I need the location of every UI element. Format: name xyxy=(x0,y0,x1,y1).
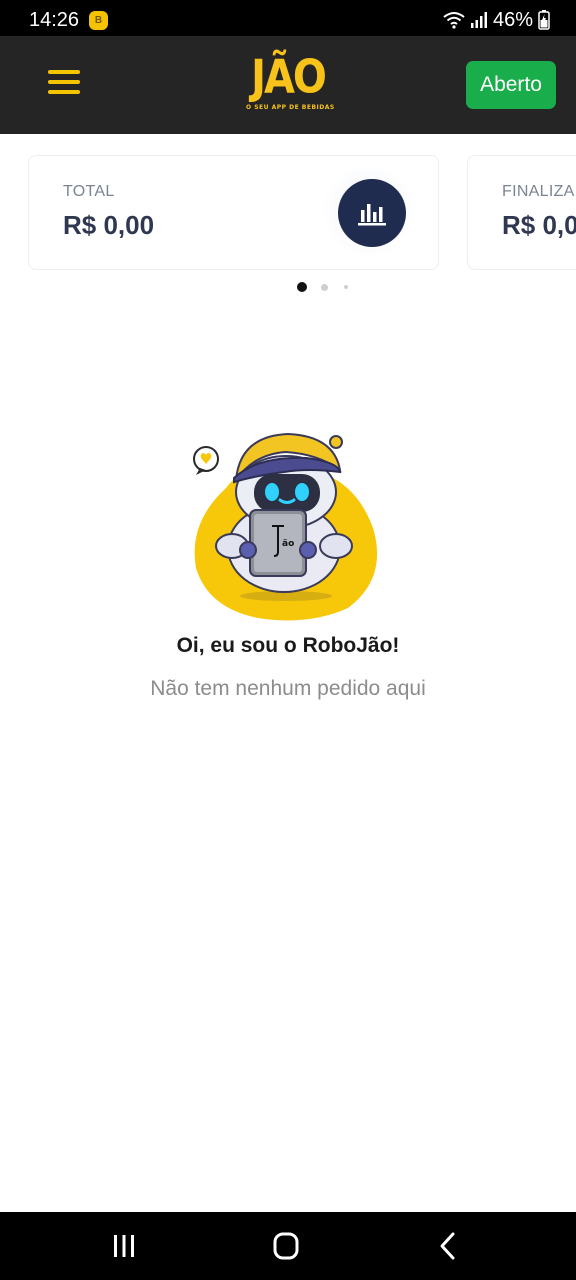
app-logo: JÃO O SEU APP DE BEBIDAS xyxy=(246,50,334,118)
card-label: TOTAL xyxy=(63,183,115,200)
empty-state-title: Oi, eu sou o RoboJão! xyxy=(176,634,400,657)
signal-icon xyxy=(470,12,487,28)
card-value: R$ 0,0 xyxy=(502,210,576,240)
app-header: JÃO O SEU APP DE BEBIDAS Aberto xyxy=(0,36,576,134)
back-icon[interactable] xyxy=(428,1228,468,1264)
wifi-icon xyxy=(443,12,465,29)
status-icons: 46% xyxy=(443,8,550,32)
hamburger-menu-icon[interactable] xyxy=(44,66,84,100)
svg-text:ão: ão xyxy=(282,539,294,549)
empty-state-subtitle: Não tem nenhum pedido aqui xyxy=(150,677,426,700)
status-time: 14:26 xyxy=(29,9,80,31)
card-value: R$ 0,00 xyxy=(63,210,155,240)
card-label: FINALIZA xyxy=(502,183,575,200)
summary-card-total[interactable]: TOTAL R$ 0,00 xyxy=(28,155,439,270)
logo-text: JÃO xyxy=(251,51,327,105)
summary-carousel[interactable]: TOTAL R$ 0,00 FINALIZA R$ 0,0 xyxy=(0,134,576,284)
home-icon[interactable] xyxy=(266,1228,306,1264)
pager-dot[interactable] xyxy=(321,284,328,291)
system-nav-bar xyxy=(0,1212,576,1280)
robojao-mascot-icon: ão xyxy=(193,432,378,621)
battery-icon xyxy=(538,10,550,30)
pager-dot-active[interactable] xyxy=(297,282,307,292)
store-status-button[interactable]: Aberto xyxy=(466,61,556,109)
pager-dot[interactable] xyxy=(344,285,348,289)
notification-badge: B xyxy=(89,11,108,30)
summary-card-finalizados[interactable]: FINALIZA R$ 0,0 xyxy=(467,155,576,270)
status-bar: 14:26 B 46% xyxy=(0,0,576,36)
recent-apps-icon[interactable] xyxy=(104,1228,144,1264)
bar-chart-icon[interactable] xyxy=(338,179,406,247)
carousel-pager xyxy=(0,282,576,292)
battery-percent: 46% xyxy=(492,9,533,31)
